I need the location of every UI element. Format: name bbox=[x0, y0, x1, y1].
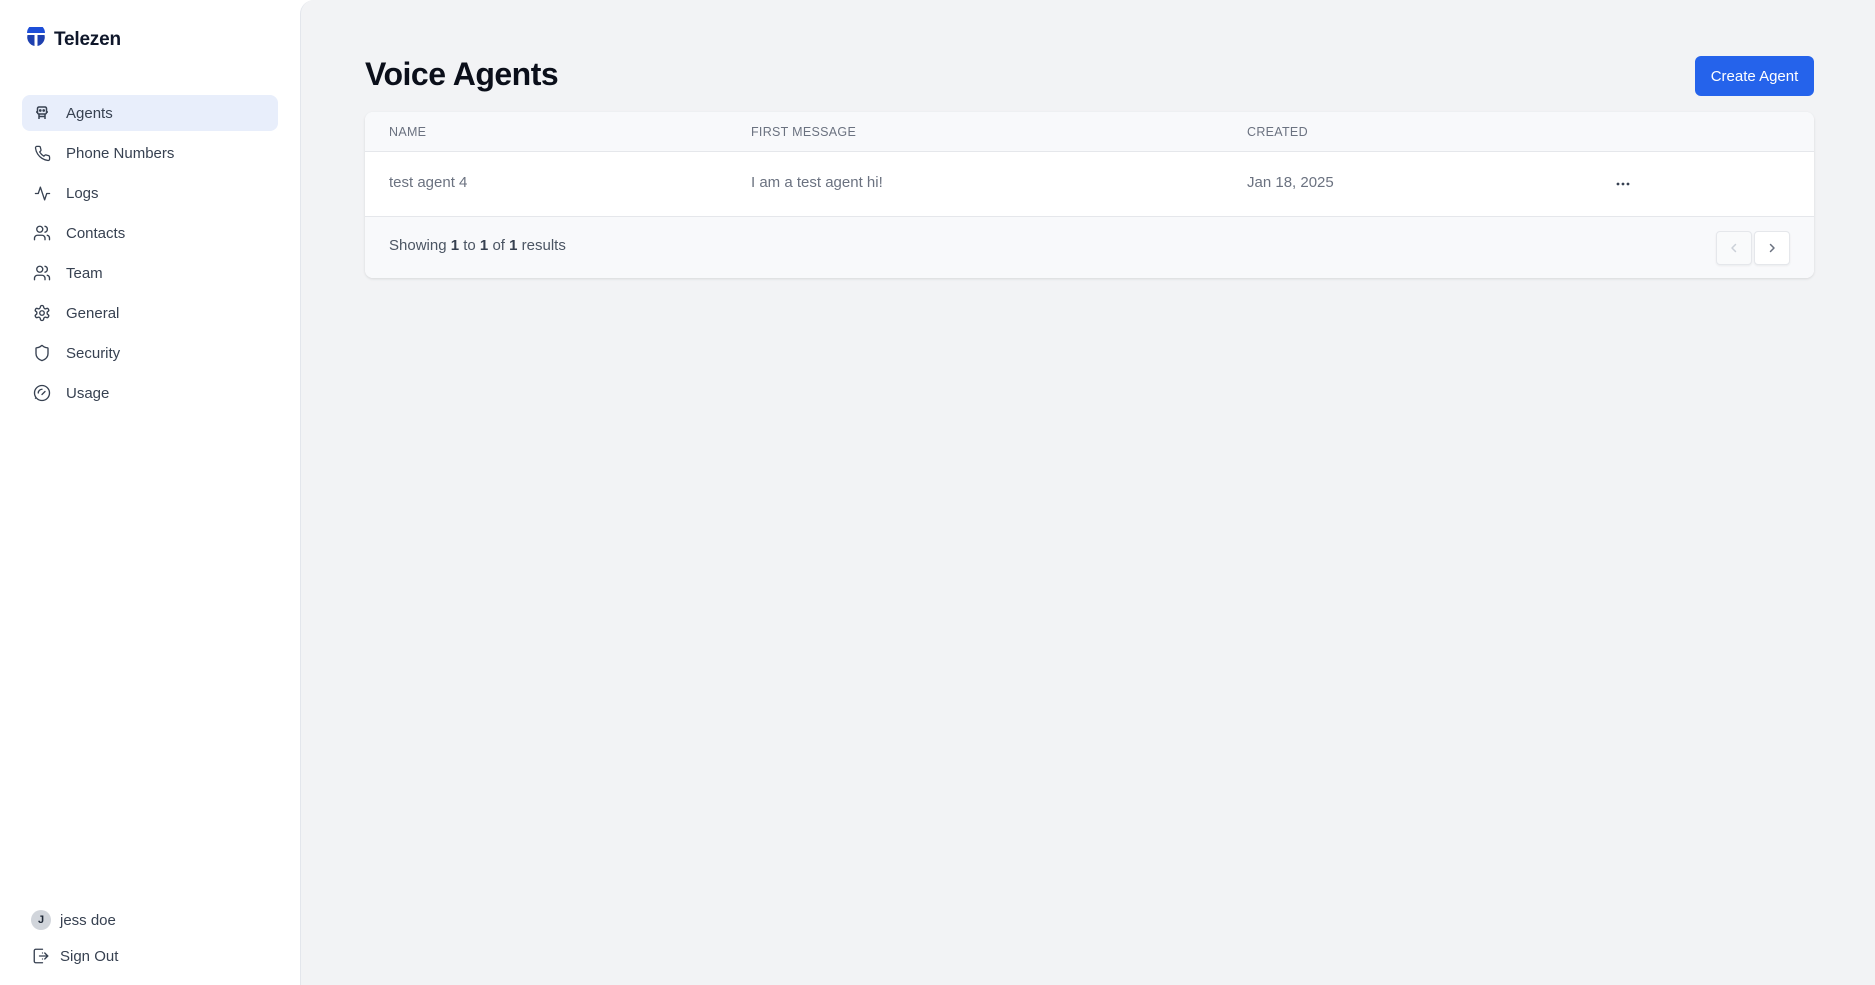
agents-table: NAME FIRST MESSAGE CREATED test agent 4 … bbox=[365, 112, 1814, 278]
sidebar-nav: Agents Phone Numbers Logs Contacts Team … bbox=[22, 95, 278, 415]
sidebar-item-label: Team bbox=[66, 264, 103, 282]
avatar: J bbox=[31, 910, 51, 930]
phone-icon bbox=[33, 144, 51, 162]
sidebar-item-team[interactable]: Team bbox=[22, 255, 278, 291]
sidebar-item-label: Logs bbox=[66, 184, 99, 202]
brand-name: Telezen bbox=[54, 28, 121, 50]
user-profile[interactable]: J jess doe bbox=[31, 908, 118, 932]
results-to: 1 bbox=[479, 237, 489, 254]
table-footer: Showing 1 to 1 of 1 results bbox=[365, 217, 1814, 278]
sidebar-item-contacts[interactable]: Contacts bbox=[22, 215, 278, 251]
page-title: Voice Agents bbox=[365, 56, 559, 92]
log-out-icon bbox=[31, 946, 51, 966]
gauge-icon bbox=[33, 384, 51, 402]
sidebar-item-label: Agents bbox=[66, 104, 113, 122]
main-content: Voice Agents Create Agent NAME FIRST MES… bbox=[300, 0, 1875, 985]
brand[interactable]: Telezen bbox=[26, 24, 121, 52]
sidebar-item-label: Contacts bbox=[66, 224, 126, 242]
sidebar-item-agents[interactable]: Agents bbox=[22, 95, 278, 131]
sidebar-item-label: Usage bbox=[66, 384, 110, 402]
column-header-name[interactable]: NAME bbox=[389, 125, 426, 139]
sign-out-label: Sign Out bbox=[60, 947, 119, 965]
sidebar-item-phone-numbers[interactable]: Phone Numbers bbox=[22, 135, 278, 171]
chevron-right-icon bbox=[1769, 243, 1775, 253]
sidebar-item-general[interactable]: General bbox=[22, 295, 278, 331]
agent-name[interactable]: test agent 4 bbox=[389, 174, 467, 191]
app-root: Telezen Agents Phone Numbers Logs Contac… bbox=[0, 0, 1875, 985]
more-horizontal-icon bbox=[1616, 182, 1630, 186]
results-total: 1 bbox=[509, 237, 518, 254]
pagination bbox=[1716, 231, 1790, 265]
sign-out-button[interactable]: Sign Out bbox=[31, 944, 118, 968]
sidebar-item-label: Phone Numbers bbox=[66, 144, 175, 162]
activity-icon bbox=[33, 184, 51, 202]
sidebar: Telezen Agents Phone Numbers Logs Contac… bbox=[0, 0, 300, 985]
sidebar-item-usage[interactable]: Usage bbox=[22, 375, 278, 411]
sidebar-item-label: General bbox=[66, 304, 120, 322]
table-row[interactable]: test agent 4 I am a test agent hi! Jan 1… bbox=[365, 152, 1814, 217]
more-actions-button[interactable] bbox=[1611, 172, 1635, 196]
robot-icon bbox=[33, 104, 51, 122]
next-page-button[interactable] bbox=[1754, 231, 1790, 265]
results-of-word: of bbox=[492, 237, 505, 254]
results-to-word: to bbox=[463, 237, 476, 254]
create-agent-button[interactable]: Create Agent bbox=[1695, 56, 1814, 96]
previous-page-button[interactable] bbox=[1716, 231, 1752, 265]
shield-icon bbox=[33, 344, 51, 362]
users-icon bbox=[33, 224, 51, 242]
users-icon bbox=[33, 264, 51, 282]
table-header: NAME FIRST MESSAGE CREATED bbox=[365, 112, 1814, 152]
sidebar-item-security[interactable]: Security bbox=[22, 335, 278, 371]
column-header-first-message[interactable]: FIRST MESSAGE bbox=[751, 125, 856, 139]
chevron-left-icon bbox=[1731, 243, 1737, 253]
agent-created-date: Jan 18, 2025 bbox=[1247, 174, 1334, 191]
results-from: 1 bbox=[450, 237, 460, 254]
telezen-logo-icon bbox=[26, 24, 46, 52]
results-prefix: Showing bbox=[389, 237, 447, 254]
gear-icon bbox=[33, 304, 51, 322]
user-name: jess doe bbox=[60, 911, 116, 929]
agent-first-message: I am a test agent hi! bbox=[751, 174, 883, 191]
sidebar-item-label: Security bbox=[66, 344, 121, 362]
results-suffix: results bbox=[521, 237, 566, 254]
sidebar-item-logs[interactable]: Logs bbox=[22, 175, 278, 211]
results-summary: Showing 1 to 1 of 1 results bbox=[389, 237, 566, 254]
user-area: J jess doe Sign Out bbox=[31, 908, 118, 968]
column-header-created[interactable]: CREATED bbox=[1247, 125, 1308, 139]
